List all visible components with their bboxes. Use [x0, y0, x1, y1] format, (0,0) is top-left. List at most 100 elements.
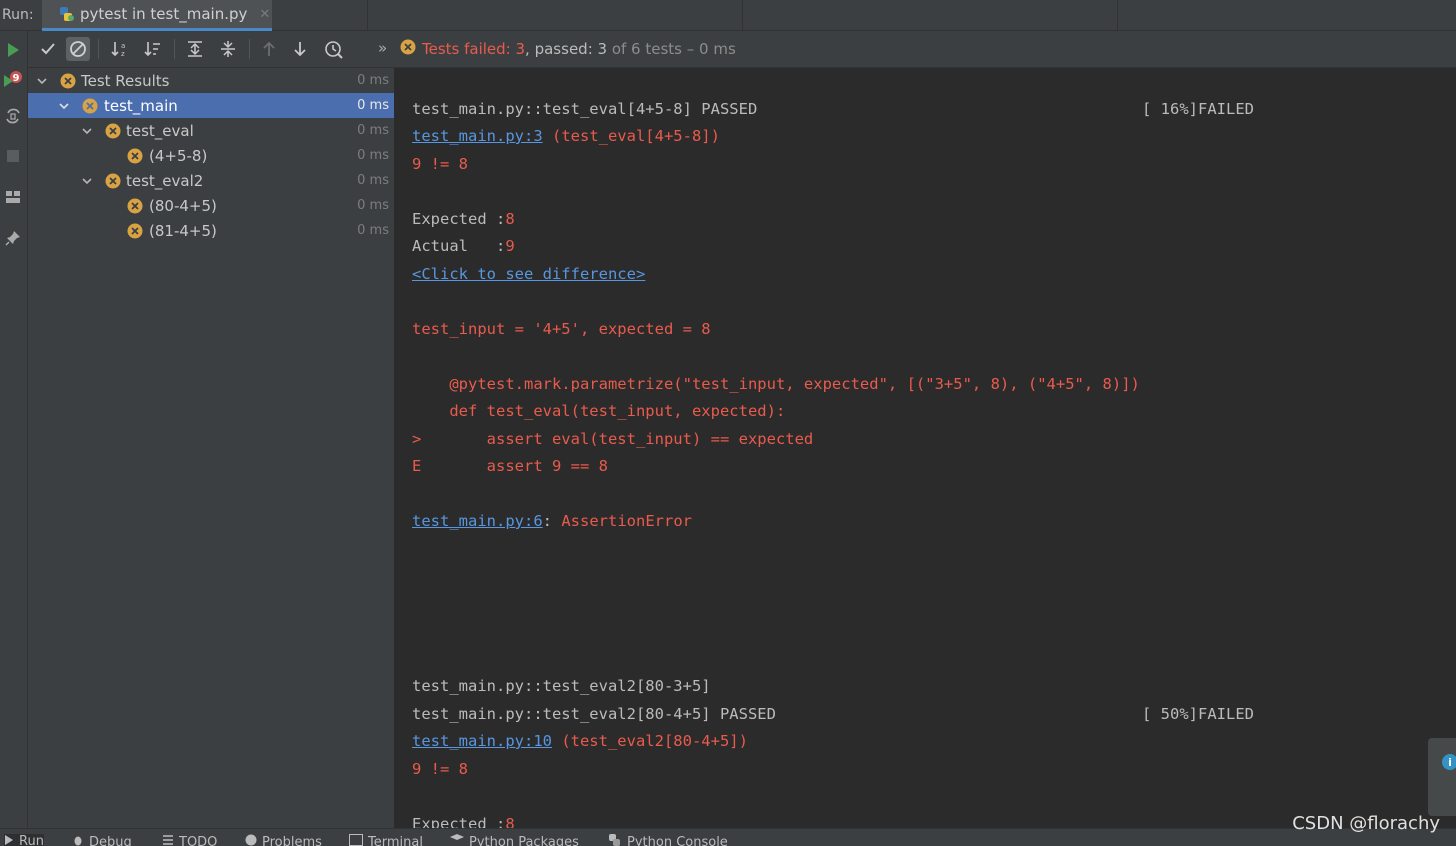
- stop-icon[interactable]: [2, 145, 24, 167]
- sort-alpha-icon[interactable]: az: [108, 37, 132, 61]
- chevron-down-icon[interactable]: [57, 99, 71, 113]
- tree-item-label: test_eval: [126, 121, 194, 140]
- diff-link[interactable]: <Click to see difference>: [412, 265, 645, 283]
- fail-icon: [105, 173, 121, 189]
- chevron-down-icon[interactable]: [80, 174, 94, 188]
- console-line: test_input = '4+5', expected = 8: [412, 320, 711, 338]
- console-line: test_main.py::test_eval[4+5-8] PASSED: [412, 100, 758, 118]
- tab-title: pytest in test_main.py: [80, 5, 248, 23]
- tab-run[interactable]: Run: [4, 834, 44, 846]
- python-icon: [608, 834, 622, 846]
- tree-item-test-results[interactable]: Test Results 0 ms: [28, 68, 394, 93]
- status-passed: passed: 3: [529, 40, 608, 58]
- tree-item-label: (4+5-8): [149, 146, 208, 165]
- rerun-icon[interactable]: [2, 39, 24, 61]
- tool-window-bar: Run Debug TODO Problems Terminal Python …: [0, 828, 1456, 846]
- tab-debug[interactable]: Debug: [72, 834, 132, 846]
- package-icon: [450, 834, 464, 846]
- ide-window: Run: pytest in test_main.py ✕ 9 a z » Te…: [0, 0, 1456, 846]
- console-line: test_main.py::test_eval2[80-3+5]: [412, 677, 711, 695]
- run-tab-bar: Run: pytest in test_main.py ✕: [0, 0, 1456, 31]
- chevron-down-icon[interactable]: [80, 124, 94, 138]
- play-icon: [4, 834, 14, 846]
- console-line: Expected :8: [412, 210, 515, 228]
- source-link[interactable]: test_main.py:3: [412, 127, 543, 145]
- sort-duration-icon[interactable]: [141, 37, 165, 61]
- divider: [174, 39, 175, 59]
- terminal-icon: [349, 834, 363, 846]
- fail-icon: [127, 148, 143, 164]
- source-link[interactable]: test_main.py:10: [412, 732, 552, 750]
- expand-all-icon[interactable]: [183, 37, 207, 61]
- list-icon: [162, 834, 174, 846]
- tree-item-label: (81-4+5): [149, 221, 217, 240]
- divider: [742, 0, 743, 31]
- chevron-down-icon[interactable]: [35, 74, 49, 88]
- status-failed: Tests failed: 3: [422, 40, 526, 58]
- run-tab-pytest[interactable]: pytest in test_main.py ✕: [42, 0, 272, 31]
- watermark: CSDN @florachy: [1292, 813, 1440, 834]
- bug-icon: [72, 834, 84, 846]
- tree-item-test-main[interactable]: test_main 0 ms: [28, 93, 394, 118]
- svg-text:9: 9: [13, 73, 20, 84]
- fail-icon: [400, 39, 416, 59]
- collapse-all-icon[interactable]: [216, 37, 240, 61]
- fail-icon: [127, 223, 143, 239]
- console-line: 9 != 8: [412, 155, 468, 173]
- tab-python-console[interactable]: Python Console: [608, 834, 728, 846]
- toggle-auto-test-icon[interactable]: [2, 105, 24, 127]
- tree-item-time: 0 ms: [357, 198, 389, 213]
- run-label: Run:: [2, 7, 34, 23]
- layout-icon[interactable]: [2, 186, 24, 208]
- tree-item-time: 0 ms: [357, 73, 389, 88]
- fail-icon: [82, 98, 98, 114]
- ignore-icon[interactable]: [66, 37, 90, 61]
- tree-item-time: 0 ms: [357, 223, 389, 238]
- console-line: 9 != 8: [412, 760, 468, 778]
- tab-python-packages[interactable]: Python Packages: [450, 834, 579, 846]
- divider: [98, 39, 99, 59]
- prev-failed-icon[interactable]: [257, 37, 281, 61]
- tree-item-case[interactable]: (80-4+5) 0 ms: [28, 193, 394, 218]
- overflow-icon[interactable]: »: [378, 39, 387, 57]
- rerun-failed-icon[interactable]: 9: [2, 69, 24, 91]
- tree-item-test-eval2[interactable]: test_eval2 0 ms: [28, 168, 394, 193]
- tree-item-case[interactable]: (4+5-8) 0 ms: [28, 143, 394, 168]
- console-line: [ 50%]FAILED: [1142, 705, 1254, 723]
- status-tail: of 6 tests – 0 ms: [607, 40, 736, 58]
- svg-text:z: z: [121, 50, 125, 58]
- tree-item-label: Test Results: [81, 71, 170, 90]
- console-line: E assert 9 == 8: [412, 457, 608, 475]
- history-icon[interactable]: [322, 37, 346, 61]
- tree-item-time: 0 ms: [357, 173, 389, 188]
- tab-terminal[interactable]: Terminal: [349, 834, 423, 846]
- test-toolbar: az » Tests failed: 3, passed: 3 of 6 tes…: [28, 31, 1456, 68]
- close-icon[interactable]: ✕: [259, 7, 270, 22]
- tab-problems[interactable]: Problems: [245, 834, 322, 846]
- tree-item-label: test_eval2: [126, 171, 204, 190]
- console-line: > assert eval(test_input) == expected: [412, 430, 814, 448]
- console-line: @pytest.mark.parametrize("test_input, ex…: [412, 375, 1140, 393]
- svg-text:a: a: [121, 42, 125, 50]
- python-icon: [58, 6, 74, 22]
- console-output[interactable]: test_main.py::test_eval[4+5-8] PASSED [ …: [396, 68, 1456, 828]
- console-line: [ 16%]FAILED: [1142, 100, 1254, 118]
- console-line: Expected :8: [412, 815, 515, 828]
- console-line: def test_eval(test_input, expected):: [412, 402, 786, 420]
- test-results-tree: Test Results 0 ms test_main 0 ms test_ev…: [28, 68, 395, 828]
- info-icon: i: [1442, 754, 1456, 770]
- left-toolbar: 9: [0, 31, 28, 828]
- tab-todo[interactable]: TODO: [162, 834, 217, 846]
- tree-item-test-eval[interactable]: test_eval 0 ms: [28, 118, 394, 143]
- source-link[interactable]: test_main.py:6: [412, 512, 543, 530]
- console-line: Actual :9: [412, 237, 515, 255]
- tree-item-time: 0 ms: [357, 123, 389, 138]
- tree-item-case[interactable]: (81-4+5) 0 ms: [28, 218, 394, 243]
- check-icon[interactable]: [36, 37, 60, 61]
- tree-item-label: (80-4+5): [149, 196, 217, 215]
- next-failed-icon[interactable]: [288, 37, 312, 61]
- pin-icon[interactable]: [2, 227, 24, 249]
- warning-icon: [245, 834, 257, 846]
- console-line: test_main.py:3 (test_eval[4+5-8]): [412, 127, 720, 145]
- notification-button[interactable]: i: [1428, 738, 1456, 816]
